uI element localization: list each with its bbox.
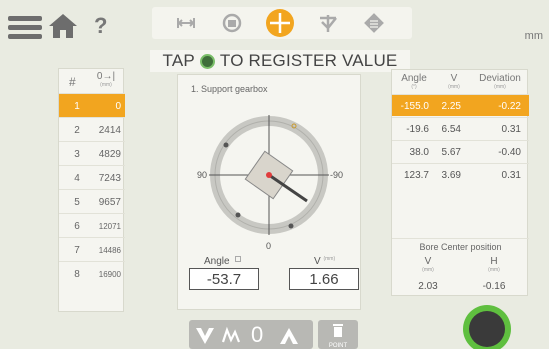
tick-minus90-label: -90 (330, 170, 344, 180)
bore-h: H (mm) -0.16 (474, 256, 514, 292)
position-row[interactable]: 10 (59, 93, 125, 117)
instruction-after: TO REGISTER VALUE (219, 51, 398, 70)
chevron-down-icon[interactable] (195, 327, 215, 345)
tab-distance[interactable] (172, 9, 200, 37)
save-icon (364, 13, 384, 33)
menu-icon[interactable] (8, 16, 42, 40)
measurement-panel: 1. Support gearbox 90 -90 0 Angle -53.7 … (177, 74, 361, 310)
crosshair-icon (270, 13, 290, 33)
position-row[interactable]: 8 16900 (59, 261, 125, 285)
position-row[interactable]: 7 14486 (59, 237, 125, 261)
tick-90-label: 90 (197, 170, 208, 180)
angle-value-field: -53.7 (189, 268, 259, 290)
tab-crosshair[interactable] (266, 9, 294, 37)
filter-toolbar: 0 (189, 320, 313, 349)
tab-check-angle[interactable] (314, 9, 342, 37)
results-table: Angle (°) V (mm) Deviation (mm) -155.0 2.25… (391, 69, 529, 296)
trash-icon (333, 324, 343, 337)
positions-list: # 0→| (mm) 10 2 2414 3 4829 4 7243 5 9657 61… (58, 68, 125, 312)
help-icon[interactable]: ? (94, 13, 107, 39)
distance-header: 0→| (mm) (96, 71, 116, 88)
instruction-before: TAP (162, 51, 195, 70)
home-icon[interactable] (48, 13, 78, 44)
result-row[interactable]: 38.0 5.67 -0.40 (392, 140, 529, 162)
distance-icon (177, 18, 195, 28)
check-angle-icon (320, 15, 337, 32)
instruction-banner: TAP TO REGISTER VALUE (150, 50, 410, 72)
record-dot-icon (199, 53, 215, 69)
v-value-field: 1.66 (289, 268, 359, 290)
deviation-column-header: Deviation (mm) (479, 73, 521, 90)
chevron-up-icon[interactable] (279, 327, 299, 345)
angle-unit-icon (235, 256, 242, 262)
v-label: V (mm) (314, 256, 336, 267)
rotate-icon (222, 13, 242, 33)
filter-wave-icon[interactable] (221, 326, 241, 346)
position-row[interactable]: 3 4829 (59, 141, 125, 165)
position-row[interactable]: 5 9657 (59, 189, 125, 213)
result-row[interactable]: -19.6 6.54 0.31 (392, 117, 529, 139)
delete-point-button[interactable]: POINT (318, 320, 358, 349)
step-tabbar (152, 7, 412, 39)
angle-column-header: Angle (°) (401, 73, 427, 90)
positions-header: # 0→| (mm) (59, 69, 125, 93)
bore-center-title: Bore Center position (392, 238, 529, 252)
bore-v-value: 2.03 (418, 281, 438, 292)
v-column-header: V (mm) (448, 73, 460, 90)
unit-label: mm (524, 30, 543, 42)
position-row[interactable]: 2 2414 (59, 117, 125, 141)
record-icon (463, 305, 511, 349)
filter-value: 0 (251, 322, 264, 347)
results-header: Angle (°) V (mm) Deviation (mm) (392, 70, 529, 94)
angle-label: Angle (204, 256, 242, 267)
result-row[interactable]: 123.7 3.69 0.31 (392, 163, 529, 185)
register-value-button[interactable] (461, 303, 513, 349)
tick-0-label: 0 (266, 241, 272, 251)
point-label: POINT (328, 343, 348, 349)
result-row[interactable]: -155.0 2.25 -0.22 (392, 94, 529, 116)
index-header: # (69, 75, 76, 89)
position-row[interactable]: 4 7243 (59, 165, 125, 189)
bore-v: V (mm) 2.03 (408, 256, 448, 292)
top-bar: ? mm (0, 0, 549, 46)
tab-rotate[interactable] (218, 9, 246, 37)
position-row[interactable]: 6 12071 (59, 213, 125, 237)
bore-h-value: -0.16 (482, 281, 506, 292)
tab-save[interactable] (360, 9, 388, 37)
